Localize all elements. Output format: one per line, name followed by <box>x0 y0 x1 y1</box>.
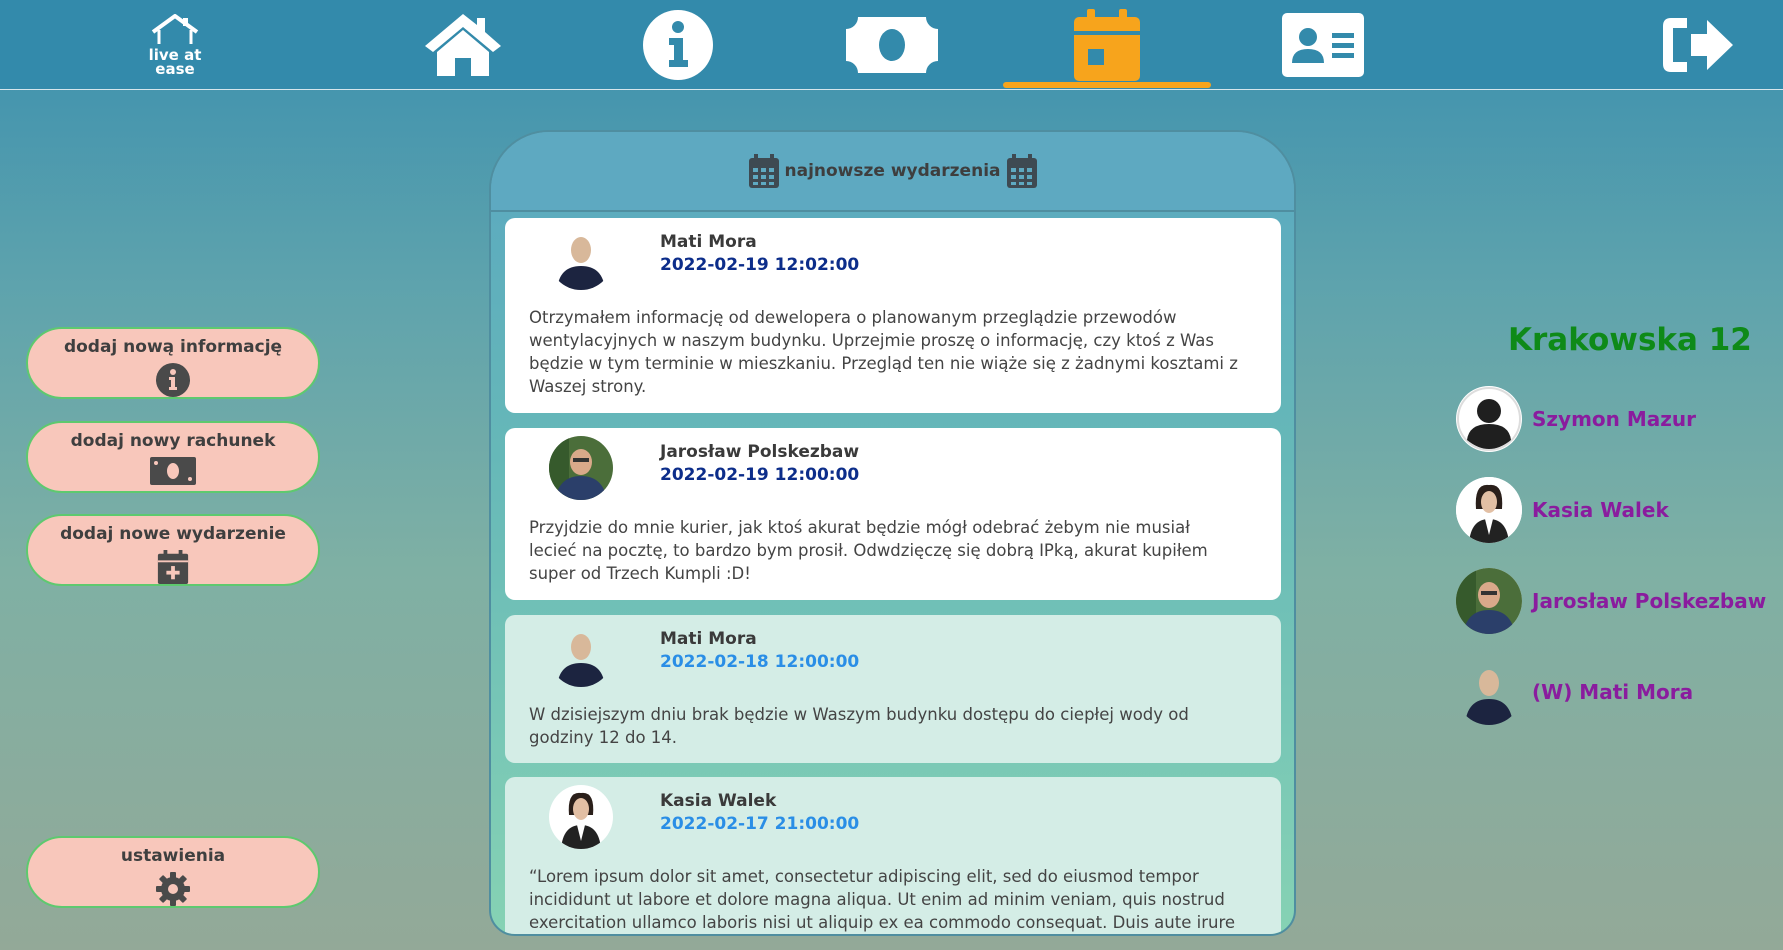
calendar-plus-icon <box>157 550 189 584</box>
resident-item[interactable]: (W) Mati Mora <box>1456 659 1693 725</box>
post-date: 2022-02-18 12:00:00 <box>660 652 860 672</box>
avatar <box>549 226 613 290</box>
add-event-button[interactable]: dodaj nowe wydarzenie <box>26 514 320 586</box>
resident-name: (W) Mati Mora <box>1532 680 1694 704</box>
nav-events[interactable] <box>1060 0 1154 90</box>
event-post: Mati Mora 2022-02-19 12:02:00 Otrzymałem… <box>505 218 1281 413</box>
avatar <box>549 785 613 849</box>
add-information-button[interactable]: dodaj nową informację <box>26 327 320 399</box>
avatar <box>1456 659 1522 725</box>
post-author: Mati Mora <box>660 629 757 649</box>
post-date: 2022-02-17 21:00:00 <box>660 814 860 834</box>
add-information-label: dodaj nową informację <box>63 337 283 357</box>
post-body: W dzisiejszym dniu brak będzie w Waszym … <box>529 705 1189 747</box>
panel-title: najnowsze wydarzenia <box>784 161 1001 181</box>
resident-item[interactable]: Kasia Walek <box>1456 477 1669 543</box>
info-icon <box>643 10 713 80</box>
logo[interactable]: live at ease <box>130 0 220 90</box>
home-icon <box>425 14 501 76</box>
panel-header: najnowsze wydarzenia <box>491 132 1294 212</box>
nav-home[interactable] <box>418 0 508 90</box>
post-body: Otrzymałem informację od dewelopera o pl… <box>529 308 1238 396</box>
gear-icon <box>156 872 190 906</box>
building-address: Krakowska 12 <box>1508 322 1752 358</box>
top-navigation: live at ease <box>0 0 1783 90</box>
resident-item[interactable]: Jarosław Polskezbaw <box>1456 568 1766 634</box>
active-tab-indicator <box>1003 82 1211 88</box>
avatar <box>1456 386 1522 452</box>
post-author: Jarosław Polskezbaw <box>660 442 860 462</box>
nav-logout[interactable] <box>1658 0 1738 90</box>
house-logo-icon <box>151 14 199 44</box>
settings-label: ustawienia <box>120 846 226 866</box>
post-body: Przyjdzie do mnie kurier, jak ktoś akura… <box>529 518 1208 583</box>
avatar <box>1456 568 1522 634</box>
nav-info[interactable] <box>633 0 723 90</box>
money-icon <box>150 457 196 485</box>
user-icon <box>1457 387 1521 451</box>
resident-name: Jarosław Polskezbaw <box>1532 589 1767 613</box>
nav-contacts[interactable] <box>1280 0 1366 90</box>
nav-bills[interactable] <box>842 0 942 90</box>
info-icon <box>156 363 190 397</box>
calendar-icon <box>1006 154 1037 188</box>
avatar <box>549 623 613 687</box>
resident-name: Szymon Mazur <box>1532 407 1697 431</box>
post-body: “Lorem ipsum dolor sit amet, consectetur… <box>529 867 1236 932</box>
logout-icon <box>1663 18 1733 72</box>
post-date: 2022-02-19 12:02:00 <box>660 255 860 275</box>
avatar <box>1456 477 1522 543</box>
event-post: Mati Mora 2022-02-18 12:00:00 W dzisiejs… <box>505 615 1281 763</box>
post-author: Mati Mora <box>660 232 757 252</box>
add-bill-button[interactable]: dodaj nowy rachunek <box>26 421 320 493</box>
add-bill-label: dodaj nowy rachunek <box>70 431 276 451</box>
logo-text-line2: ease <box>155 60 195 78</box>
avatar <box>549 436 613 500</box>
money-icon <box>846 17 938 73</box>
contacts-icon <box>1282 13 1364 77</box>
resident-name: Kasia Walek <box>1532 498 1669 522</box>
settings-button[interactable]: ustawienia <box>26 836 320 908</box>
event-post: Jarosław Polskezbaw 2022-02-19 12:00:00 … <box>505 428 1281 600</box>
post-author: Kasia Walek <box>660 791 777 811</box>
add-event-label: dodaj nowe wydarzenie <box>60 524 286 544</box>
events-panel: najnowsze wydarzenia Mati Mora 2022-02-1… <box>489 130 1296 936</box>
resident-item[interactable]: Szymon Mazur <box>1456 386 1696 452</box>
calendar-icon <box>748 154 779 188</box>
post-date: 2022-02-19 12:00:00 <box>660 465 860 485</box>
event-post: Kasia Walek 2022-02-17 21:00:00 “Lorem i… <box>505 777 1281 934</box>
calendar-icon <box>1074 9 1140 81</box>
